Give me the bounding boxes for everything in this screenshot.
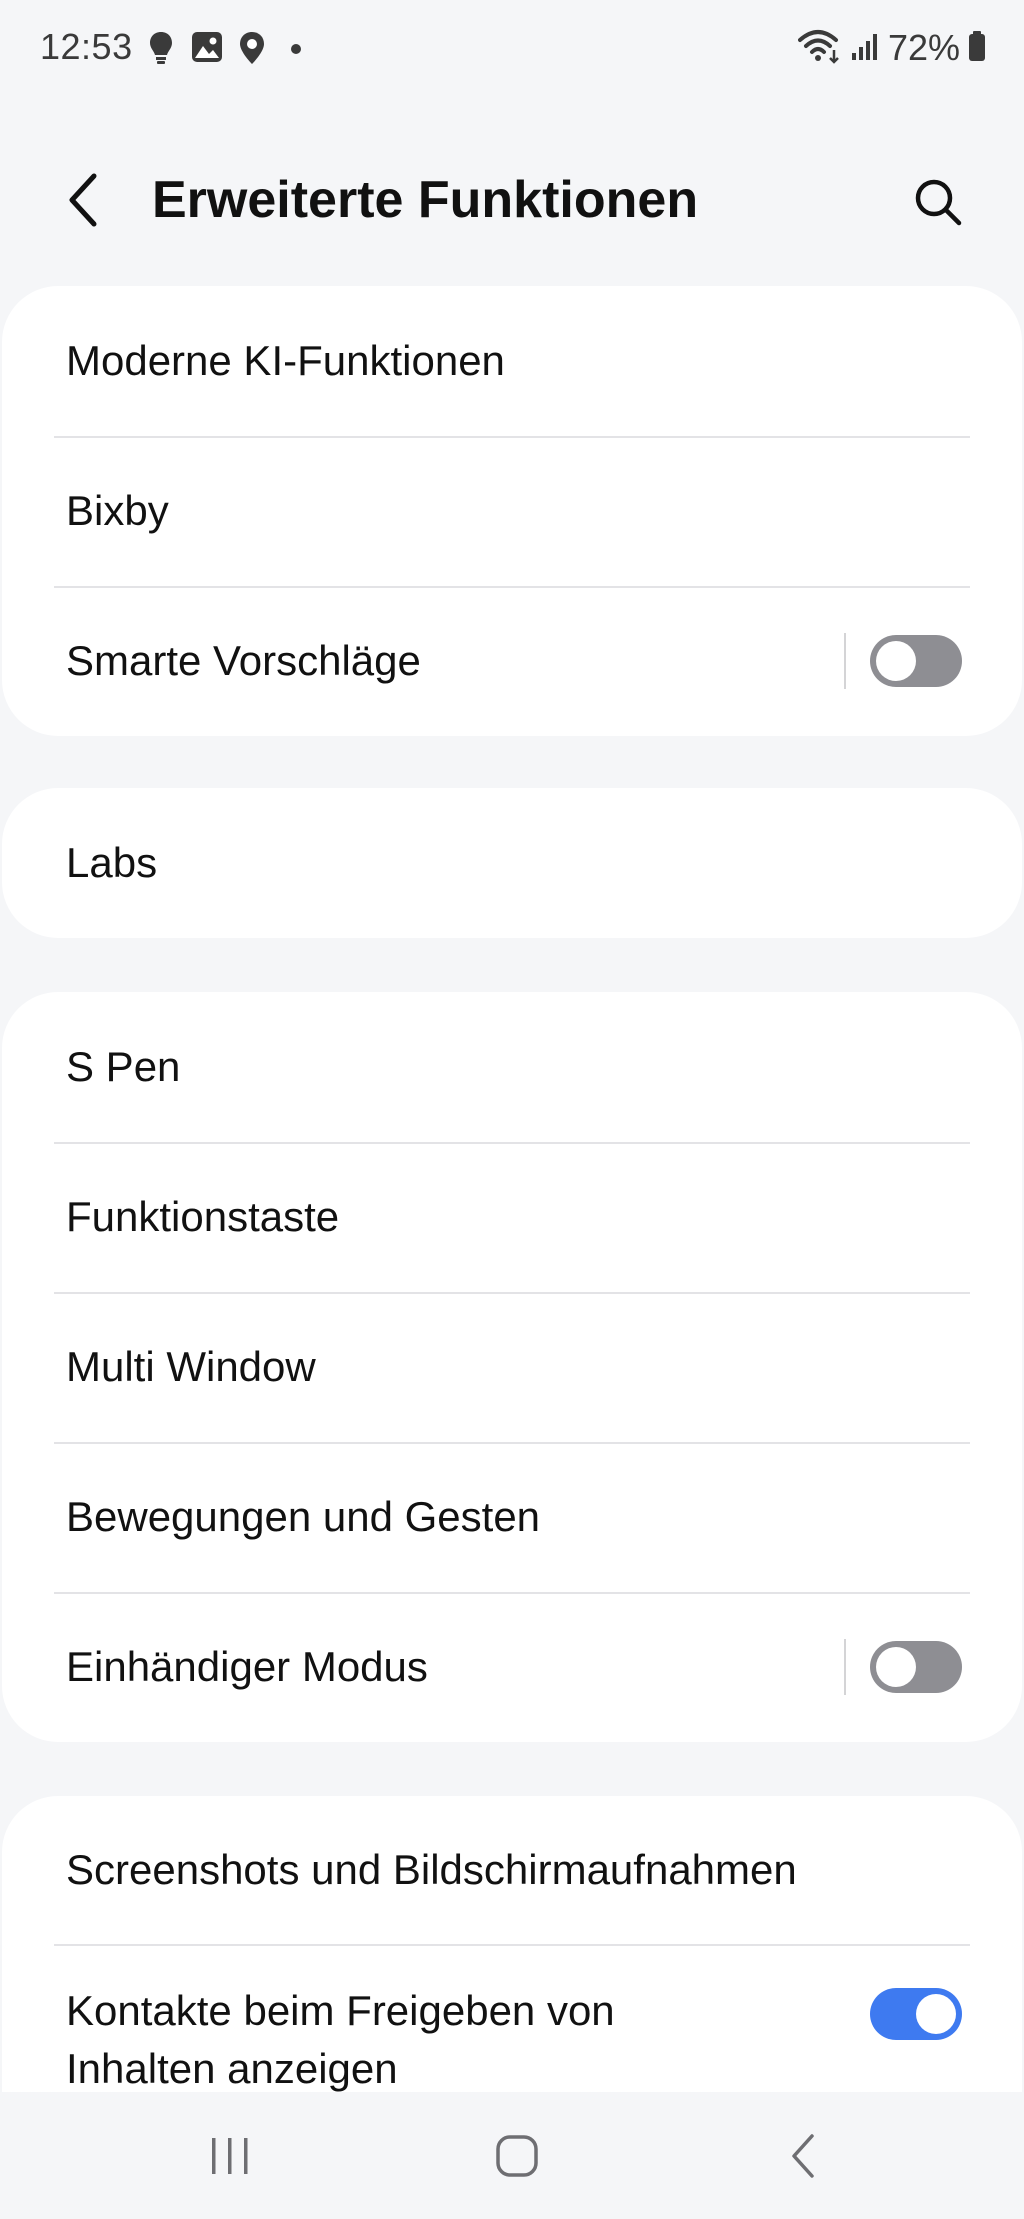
bulb-icon: [148, 30, 174, 66]
settings-group-4: Screenshots und Bildschirmaufnahmen Kont…: [2, 1796, 1022, 2092]
location-icon: [238, 30, 266, 66]
status-time: 12:53: [40, 26, 133, 67]
chevron-left-icon: [69, 173, 97, 227]
home-button[interactable]: [457, 2092, 577, 2219]
app-bar: Erweiterte Funktionen: [0, 150, 1024, 250]
list-item-labs[interactable]: Labs: [2, 788, 1022, 938]
list-item-label: Moderne KI-Funktionen: [66, 337, 505, 384]
settings-group-2: Labs: [2, 788, 1022, 938]
smarte-vorschlaege-toggle[interactable]: [870, 635, 962, 687]
list-item-label: Multi Window: [66, 1343, 316, 1390]
list-item-bixby[interactable]: Bixby: [2, 436, 1022, 586]
home-icon: [496, 2134, 538, 2177]
list-item-label: Labs: [66, 839, 158, 886]
list-item-smarte-vorschlaege[interactable]: Smarte Vorschläge: [2, 586, 1022, 736]
list-item-label: Screenshots und Bildschirmaufnahmen: [66, 1846, 797, 1893]
toggle-knob: [916, 1994, 956, 2034]
list-item-screenshots[interactable]: Screenshots und Bildschirmaufnahmen: [2, 1796, 1022, 1944]
search-button[interactable]: [904, 168, 972, 236]
list-item-label: Bixby: [66, 487, 169, 534]
list-item-multi-window[interactable]: Multi Window: [2, 1292, 1022, 1442]
list-item-label: Einhändiger Modus: [66, 1643, 428, 1690]
list-item-label: S Pen: [66, 1043, 181, 1090]
dot-icon: [290, 43, 302, 55]
recents-button[interactable]: [170, 2092, 290, 2219]
gallery-icon: [190, 30, 224, 64]
back-button[interactable]: [52, 168, 116, 232]
status-right: 72%: [797, 26, 986, 70]
settings-group-1: Moderne KI-Funktionen Bixby Smarte Vorsc…: [2, 286, 1022, 736]
wifi-icon: [797, 28, 842, 69]
einhaendiger-modus-toggle[interactable]: [870, 1641, 962, 1693]
list-item-label: Kontakte beim Freigeben von Inhalten anz…: [66, 1987, 615, 2092]
toggle-divider: [844, 1639, 846, 1695]
list-item-funktionstaste[interactable]: Funktionstaste: [2, 1142, 1022, 1292]
list-item-label: Funktionstaste: [66, 1193, 340, 1240]
toggle-knob: [876, 1647, 916, 1687]
toggle-divider: [844, 633, 846, 689]
status-bar: 12:53 72%: [0, 0, 1024, 96]
list-item-label: Smarte Vorschläge: [66, 637, 421, 684]
navigation-bar: [0, 2092, 1024, 2219]
recents-icon: [212, 2137, 248, 2174]
list-item-s-pen[interactable]: S Pen: [2, 992, 1022, 1142]
toggle-knob: [876, 641, 916, 681]
battery-icon: [968, 30, 986, 67]
list-item-moderne-ki-funktionen[interactable]: Moderne KI-Funktionen: [2, 286, 1022, 436]
signal-icon: [850, 31, 880, 66]
back-icon: [792, 2133, 814, 2178]
list-item-einhaendiger-modus[interactable]: Einhändiger Modus: [2, 1592, 1022, 1742]
battery-level: 72%: [887, 27, 960, 68]
search-icon: [915, 179, 962, 226]
nav-back-button[interactable]: [744, 2092, 864, 2219]
list-item-label: Bewegungen und Gesten: [66, 1493, 541, 1540]
settings-group-3: S Pen Funktionstaste Multi Window Bewegu…: [2, 992, 1022, 1742]
kontakte-freigeben-toggle[interactable]: [870, 1988, 962, 2040]
list-item-bewegungen-und-gesten[interactable]: Bewegungen und Gesten: [2, 1442, 1022, 1592]
page-title: Erweiterte Funktionen: [152, 171, 699, 229]
list-item-kontakte-freigeben[interactable]: Kontakte beim Freigeben von Inhalten anz…: [2, 1944, 1022, 2092]
